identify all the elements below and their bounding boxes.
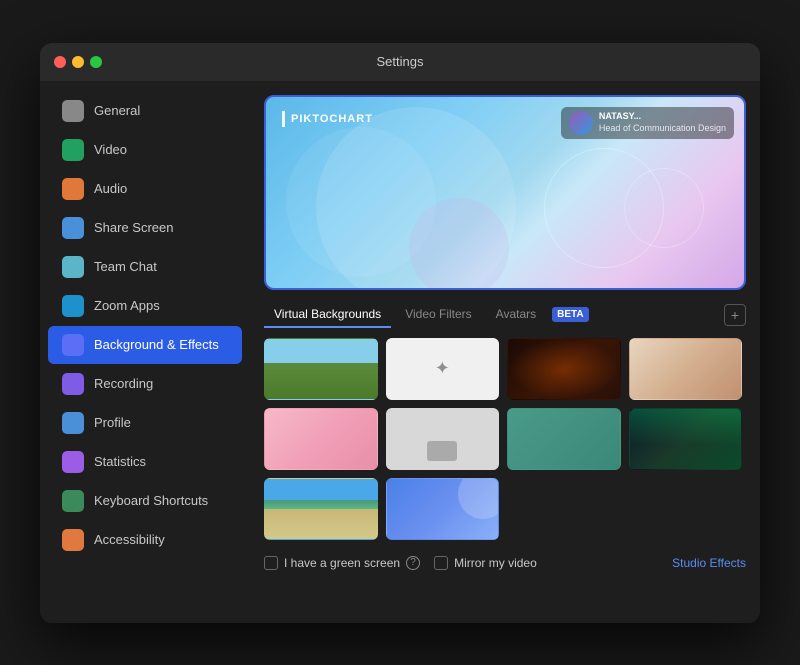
tab-avatars[interactable]: Avatars [486, 302, 546, 328]
sidebar-item-profile[interactable]: Profile [48, 404, 242, 442]
sidebar-item-label: Statistics [94, 454, 146, 469]
green-screen-checkbox[interactable] [264, 556, 278, 570]
chat-icon [62, 256, 84, 278]
preview-name-badge: NATASY... Head of Communication Design [561, 107, 734, 139]
thumb-studio[interactable] [629, 338, 743, 400]
green-screen-checkbox-item[interactable]: I have a green screen ? [264, 556, 420, 570]
thumb-grass[interactable] [264, 338, 378, 400]
minimize-button[interactable] [72, 56, 84, 68]
window-title: Settings [377, 54, 424, 69]
sidebar-item-label: Recording [94, 376, 153, 391]
titlebar: Settings [40, 43, 760, 81]
mirror-video-checkbox-item[interactable]: Mirror my video [434, 556, 537, 570]
gear-icon [62, 100, 84, 122]
sidebar-item-label: Background & Effects [94, 337, 219, 352]
bottom-controls: I have a green screen ? Mirror my video … [264, 550, 746, 570]
thumb-pink[interactable] [264, 408, 378, 470]
sidebar-item-recording[interactable]: Recording [48, 365, 242, 403]
content-area: PIKTOCHART NATASY... Head of Communicati… [250, 81, 760, 623]
thumbnails-grid: ✦ [264, 338, 746, 540]
preview-logo: PIKTOCHART [282, 111, 373, 127]
thumb-blue-circle[interactable] [386, 478, 500, 540]
video-preview: PIKTOCHART NATASY... Head of Communicati… [264, 95, 746, 290]
sidebar-item-video[interactable]: Video [48, 131, 242, 169]
sidebar-item-label: Keyboard Shortcuts [94, 493, 208, 508]
help-icon[interactable]: ? [406, 556, 420, 570]
tab-virtual-backgrounds[interactable]: Virtual Backgrounds [264, 302, 391, 328]
mirror-video-checkbox[interactable] [434, 556, 448, 570]
audio-icon [62, 178, 84, 200]
sidebar-item-label: Audio [94, 181, 127, 196]
maximize-button[interactable] [90, 56, 102, 68]
accessibility-icon [62, 529, 84, 551]
mirror-video-label: Mirror my video [454, 556, 537, 570]
thumb-beach[interactable] [264, 478, 378, 540]
close-button[interactable] [54, 56, 66, 68]
thumb-teal[interactable] [507, 408, 621, 470]
stats-icon [62, 451, 84, 473]
preview-name-text: NATASY... Head of Communication Design [599, 111, 726, 134]
sidebar-item-label: Team Chat [94, 259, 157, 274]
sidebar-item-label: Accessibility [94, 532, 165, 547]
thumb-northern[interactable] [629, 408, 743, 470]
sidebar: General Video Audio Share Screen Team Chat Zo… [40, 81, 250, 623]
sidebar-item-general[interactable]: General [48, 92, 242, 130]
sidebar-item-label: General [94, 103, 140, 118]
sidebar-item-label: Zoom Apps [94, 298, 160, 313]
studio-effects-button[interactable]: Studio Effects [672, 556, 746, 570]
sidebar-item-keyboard-shortcuts[interactable]: Keyboard Shortcuts [48, 482, 242, 520]
traffic-lights [54, 56, 102, 68]
settings-window: Settings General Video Audio Share Screen Te… [40, 43, 760, 623]
profile-icon [62, 412, 84, 434]
sidebar-item-statistics[interactable]: Statistics [48, 443, 242, 481]
sidebar-item-audio[interactable]: Audio [48, 170, 242, 208]
bg-icon [62, 334, 84, 356]
sidebar-item-team-chat[interactable]: Team Chat [48, 248, 242, 286]
add-background-button[interactable]: + [724, 304, 746, 326]
sidebar-item-label: Video [94, 142, 127, 157]
sidebar-item-zoom-apps[interactable]: Zoom Apps [48, 287, 242, 325]
tabs-row: Virtual BackgroundsVideo FiltersAvatars B… [264, 302, 746, 328]
keyboard-icon [62, 490, 84, 512]
share-icon [62, 217, 84, 239]
tab-video-filters[interactable]: Video Filters [395, 302, 481, 328]
thumb-gray-desk[interactable] [386, 408, 500, 470]
sidebar-item-accessibility[interactable]: Accessibility [48, 521, 242, 559]
avatar [569, 111, 593, 135]
thumb-dark-room[interactable] [507, 338, 621, 400]
main-content: General Video Audio Share Screen Team Chat Zo… [40, 81, 760, 623]
sidebar-item-label: Share Screen [94, 220, 174, 235]
thumb-white[interactable]: ✦ [386, 338, 500, 400]
recording-icon [62, 373, 84, 395]
beta-badge: BETA [552, 307, 588, 322]
zoom-icon [62, 295, 84, 317]
sidebar-item-share-screen[interactable]: Share Screen [48, 209, 242, 247]
video-icon [62, 139, 84, 161]
sidebar-item-background-effects[interactable]: Background & Effects [48, 326, 242, 364]
sparkle-icon: ✦ [435, 358, 450, 379]
green-screen-label: I have a green screen [284, 556, 400, 570]
sidebar-item-label: Profile [94, 415, 131, 430]
